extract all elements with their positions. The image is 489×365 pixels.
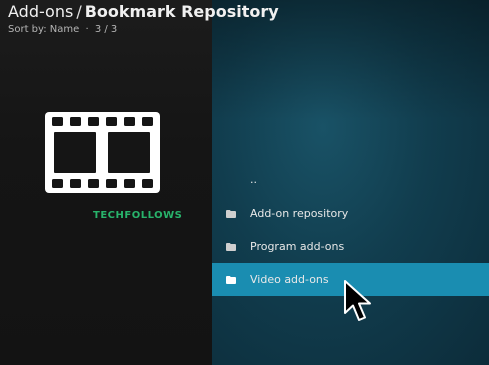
breadcrumb-separator: / — [76, 2, 82, 21]
list-item-label: .. — [250, 173, 257, 186]
list-item-label: Program add-ons — [250, 240, 345, 253]
list-item-label: Add-on repository — [250, 207, 349, 220]
folder-icon — [226, 242, 236, 251]
page-count: 3 / 3 — [94, 24, 118, 35]
kodi-addon-browser: Add-ons / Bookmark Repository Sort by: Nam… — [0, 0, 489, 365]
watermark-logo: TECHFOLLOWS — [93, 210, 183, 221]
folder-icon — [226, 275, 236, 284]
mouse-pointer-icon — [344, 280, 371, 321]
addon-list: .. Add-on repository Program add-ons Vid… — [212, 162, 489, 296]
sort-label[interactable]: Sort by: Name — [8, 24, 79, 35]
breadcrumb-current: Bookmark Repository — [84, 2, 279, 21]
folder-icon — [226, 209, 236, 218]
list-item-label: Video add-ons — [250, 273, 329, 286]
page-title: Add-ons / Bookmark Repository — [8, 2, 279, 22]
breadcrumb-parent[interactable]: Add-ons — [8, 2, 73, 21]
header: Add-ons / Bookmark Repository Sort by: Nam… — [8, 2, 279, 37]
separator-dot: · — [85, 24, 89, 35]
list-item-program-addons[interactable]: Program add-ons — [212, 230, 489, 263]
sort-info: Sort by: Name · 3 / 3 — [8, 23, 279, 37]
list-item-addon-repository[interactable]: Add-on repository — [212, 197, 489, 230]
film-strip-icon — [45, 112, 160, 193]
list-item-parent-folder[interactable]: .. — [212, 162, 489, 197]
